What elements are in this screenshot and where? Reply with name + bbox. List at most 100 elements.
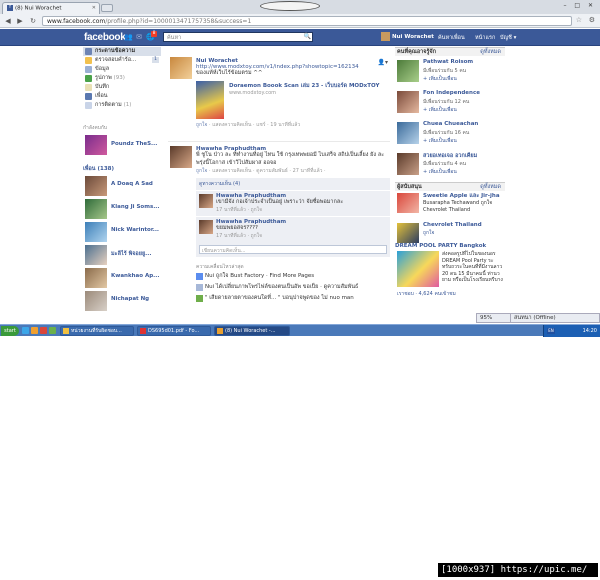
feed-story: 👤▾ Nui Worachet http://www.modxtoy.com/v… (168, 47, 390, 142)
chrome-icon[interactable] (40, 327, 47, 334)
folder-icon[interactable] (31, 327, 38, 334)
reload-icon[interactable]: ↻ (28, 16, 38, 26)
friend-item[interactable]: Nichapat Ng (83, 291, 161, 314)
search-icon[interactable]: 🔍 (304, 33, 311, 40)
suggestion-name[interactable]: สวยอเทอเจอ อวกเคียม (423, 152, 477, 160)
profile-link[interactable]: Nui Worachet (381, 32, 434, 42)
forward-icon[interactable]: ▶ (15, 16, 25, 26)
window-controls[interactable]: – □ ✕ (563, 2, 596, 9)
sidebar-item-friends[interactable]: เพื่อน (83, 92, 161, 101)
sponsored-photo[interactable] (397, 193, 419, 213)
friends-heading[interactable]: เพื่อน (138) (83, 165, 161, 173)
suggestion-name[interactable]: Fon Independence (423, 90, 480, 96)
chat-status[interactable]: สนทนา (Offline) (510, 314, 598, 322)
mutual-friends[interactable]: มีเพื่อนร่วมกัน 12 คน (423, 98, 469, 106)
chat-bar[interactable]: 95% สนทนา (Offline) (476, 313, 600, 323)
friend-item[interactable]: Nick Warintor... (83, 222, 161, 245)
suggestion-name[interactable]: Chuea Chueachan (423, 121, 478, 127)
ie-icon[interactable] (22, 327, 29, 334)
activity-item: Nui ถูกใจ Bust Factory · Find More Pages (168, 271, 390, 282)
facebook-favicon-icon: f (7, 5, 13, 11)
friend-name: Kwankhao Ap... (111, 273, 160, 279)
taskbar-task[interactable]: หน่วยงานที่รับผิดชอบ... (60, 326, 134, 336)
suggestion-name[interactable]: Pathwat Roisom (423, 59, 473, 65)
link-attachment[interactable]: Doraemon Boook Scan เล่ม 23 - เว็บบอร์ด … (196, 80, 390, 121)
friend-item[interactable]: มะลิไร้ พิจอยยู... (83, 245, 161, 268)
suggestion-item: Chuea Chueachan มีเพื่อนร่วมกัน 16 คน + … (395, 118, 505, 149)
facebook-logo[interactable]: facebook (84, 32, 126, 43)
mutual-friends[interactable]: มีเพื่อนร่วมกัน 5 คน (423, 67, 466, 75)
sponsored-see-all-link[interactable]: ดูทั้งหมด (480, 183, 501, 191)
sidebar-item-notes[interactable]: บันทึก (83, 83, 161, 92)
suggestion-photo[interactable] (397, 122, 419, 144)
attachment-title[interactable]: Doraemon Boook Scan เล่ม 23 - เว็บบอร์ด … (229, 82, 379, 90)
account-menu[interactable]: บัญชี ▾ (500, 34, 516, 42)
taskbar-task-label: (8) Nui Worachet -... (225, 328, 276, 334)
sidebar-item-photos[interactable]: รูปภาพ (93) (83, 74, 161, 83)
clock: 14:20 (582, 328, 597, 334)
find-friends-link[interactable]: ค้นหาเพื่อน (438, 34, 465, 42)
sponsored-item[interactable]: Chevrolet Thailand ถูกใจ (395, 221, 505, 243)
view-comments-link[interactable]: ดูทางความเห็น (4) (196, 178, 390, 190)
mutual-friends[interactable]: มีเพื่อนร่วมกัน 4 คน (423, 160, 466, 168)
ad-image[interactable] (397, 251, 439, 287)
comment-input[interactable]: เขียนความคิดเห็น... (199, 245, 387, 254)
friend-item[interactable]: A Doaq A Sad (83, 176, 161, 199)
suggestion-photo[interactable] (397, 60, 419, 82)
add-friend-button[interactable]: + เพิ่มเป็นเพื่อน (423, 106, 457, 114)
tab-title: (8) Nui Worachet (15, 5, 62, 12)
media-icon[interactable] (49, 327, 56, 334)
add-friend-button[interactable]: + เพิ่มเป็นเพื่อน (423, 75, 457, 83)
author-avatar[interactable] (170, 57, 192, 79)
see-all-link[interactable]: ดูทั้งหมด (480, 48, 501, 56)
messages-icon[interactable]: ✉ (135, 33, 143, 41)
sidebar-item-subscriptions[interactable]: การติดตาม (1) (83, 101, 161, 110)
ad-item[interactable]: DREAM POOL PARTY Bangkok ส่งคอลรูปที่ไปใ… (395, 243, 505, 301)
search-input[interactable]: ค้นหา 🔍 (163, 32, 313, 42)
sponsored-desc: Busarapha Techawand ถูกใจ Chevrolet Thai… (423, 200, 493, 213)
like-link[interactable]: ถูกใจ (196, 168, 207, 174)
start-button[interactable]: start (1, 326, 19, 336)
suggestion-photo[interactable] (397, 153, 419, 175)
add-friend-button[interactable]: + เพิ่มเป็นเพื่อน (423, 137, 457, 145)
chevrolet-logo-icon[interactable] (397, 223, 419, 243)
like-link[interactable]: ถูกใจ (196, 122, 207, 128)
browser-navbar: ◀ ▶ ↻ www.facebook.com/profile.php?id=10… (0, 14, 600, 28)
sidebar-item-wall[interactable]: กระดานข้อความ (83, 47, 161, 56)
sponsored-title-text[interactable]: Chevrolet Thailand (423, 222, 482, 228)
friend-item[interactable]: Kwankhao Ap... (83, 268, 161, 291)
ad-like-link[interactable]: เราชอบ · 4,624 คนเข้าชม (397, 290, 456, 298)
friend-photo (85, 222, 107, 242)
taskbar-task-label: หน่วยงานที่รับผิดชอบ... (71, 328, 122, 334)
address-bar[interactable]: www.facebook.com/profile.php?id=10000134… (42, 16, 572, 26)
sponsored-title-text[interactable]: Sweetie Apple และ Jir-jha (423, 192, 500, 200)
new-tab-button[interactable] (101, 4, 113, 12)
wrench-icon[interactable]: ⚙ (589, 16, 595, 24)
friend-requests-icon[interactable]: 👥 (124, 33, 133, 41)
story-options-icon[interactable]: 👤▾ (378, 59, 388, 66)
author-avatar[interactable] (170, 146, 192, 168)
sponsored-item[interactable]: Sweetie Apple และ Jir-jha Busarapha Tech… (395, 191, 505, 221)
friend-item[interactable]: Klang Ji Soms... (83, 199, 161, 222)
back-icon[interactable]: ◀ (3, 16, 13, 26)
relationship-item[interactable]: Poundz TheS... (83, 135, 161, 157)
commenter-avatar[interactable] (199, 194, 213, 208)
ad-title[interactable]: DREAM POOL PARTY Bangkok (395, 243, 505, 249)
commenter-avatar[interactable] (199, 220, 213, 234)
sidebar-item-info[interactable]: ข้อมูล (83, 65, 161, 74)
home-link[interactable]: หน้าแรก (475, 34, 495, 42)
language-indicator[interactable]: EN (547, 328, 555, 334)
bookmark-star-icon[interactable]: ☆ (576, 16, 582, 24)
taskbar-task[interactable]: DS695d01.pdf - Fo... (137, 326, 211, 336)
sponsored-like-link[interactable]: ถูกใจ (423, 230, 503, 237)
url-host: www.facebook.com (47, 18, 106, 25)
add-friend-button[interactable]: + เพิ่มเป็นเพื่อน (423, 168, 457, 176)
tab-close-icon[interactable]: ✕ (92, 5, 96, 11)
browser-tab[interactable]: f (8) Nui Worachet ✕ (2, 2, 100, 14)
friend-photo (85, 268, 107, 288)
suggestion-photo[interactable] (397, 91, 419, 113)
mutual-friends[interactable]: มีเพื่อนร่วมกัน 16 คน (423, 129, 469, 137)
taskbar-task[interactable]: (8) Nui Worachet -... (214, 326, 290, 336)
attachment-thumbnail[interactable] (196, 80, 224, 119)
sidebar-item-requests[interactable]: ตรวจสอบคำร้อ... 1 (83, 56, 161, 65)
